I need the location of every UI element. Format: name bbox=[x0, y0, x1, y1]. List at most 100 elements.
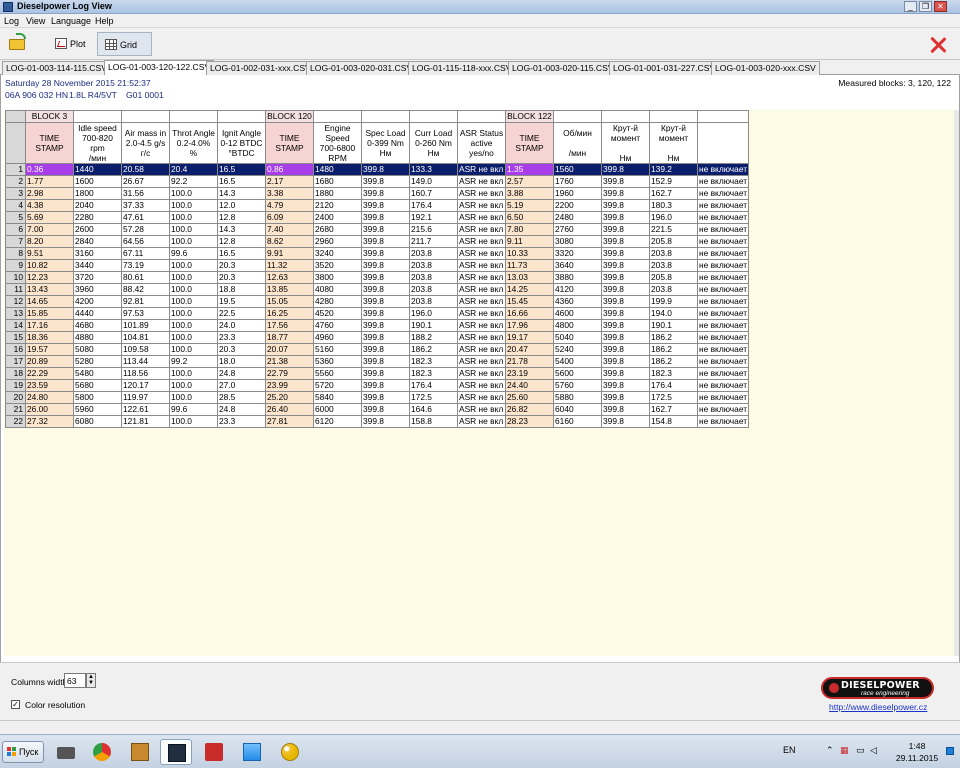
grid-cell[interactable]: 120.17 bbox=[121, 379, 170, 392]
grid-cell[interactable]: 203.8 bbox=[649, 247, 698, 260]
grid-cell[interactable]: 64.56 bbox=[121, 235, 170, 248]
grid-cell[interactable]: 196.0 bbox=[409, 307, 458, 320]
grid-cell[interactable]: 28.5 bbox=[217, 391, 266, 404]
row-number[interactable]: 13 bbox=[5, 307, 26, 320]
grid-cell[interactable]: 154.8 bbox=[649, 415, 698, 428]
column-header[interactable]: Крут-й момент Нм bbox=[649, 122, 698, 164]
grid-cell[interactable]: 186.2 bbox=[649, 331, 698, 344]
grid-cell[interactable]: 152.9 bbox=[649, 175, 698, 188]
grid-cell[interactable]: 399.8 bbox=[601, 271, 650, 284]
grid-cell[interactable]: 1880 bbox=[313, 187, 362, 200]
grid-cell[interactable]: 133.3 bbox=[409, 163, 458, 176]
grid-cell[interactable]: 399.8 bbox=[601, 283, 650, 296]
menu-language[interactable]: Language bbox=[51, 16, 91, 26]
column-header[interactable]: Curr Load 0-260 Nm Нм bbox=[409, 122, 458, 164]
grid-cell[interactable]: 12.63 bbox=[265, 271, 314, 284]
column-header[interactable]: Idle speed 700-820 rpm/мин bbox=[73, 122, 122, 164]
printer-icon[interactable] bbox=[50, 739, 82, 765]
grid-cell[interactable]: 158.8 bbox=[409, 415, 458, 428]
grid-cell[interactable]: 26.00 bbox=[25, 403, 74, 416]
table-row[interactable]: 7 8.20 2840 64.56 100.0 12.8 8.62 2960 399.8 211.… bbox=[5, 235, 750, 248]
grid-button[interactable]: Grid bbox=[97, 32, 152, 56]
grid-cell[interactable]: 5.19 bbox=[505, 199, 554, 212]
red-x-icon[interactable] bbox=[929, 36, 947, 54]
grid-cell[interactable]: 23.99 bbox=[265, 379, 314, 392]
grid-cell[interactable]: 20.3 bbox=[217, 343, 266, 356]
grid-cell[interactable]: 6120 bbox=[313, 415, 362, 428]
table-row[interactable]: 2 1.77 1600 26.67 92.2 16.5 2.17 1680 399.8 149.0… bbox=[5, 175, 750, 188]
grid-cell[interactable]: 196.0 bbox=[649, 211, 698, 224]
grid-cell[interactable]: 6080 bbox=[73, 415, 122, 428]
grid-cell[interactable]: 399.8 bbox=[361, 367, 410, 380]
grid-cell[interactable]: 190.1 bbox=[409, 319, 458, 332]
grid-cell[interactable]: 9.11 bbox=[505, 235, 554, 248]
grid-cell[interactable]: 2480 bbox=[553, 211, 602, 224]
grid-cell[interactable]: 399.8 bbox=[361, 319, 410, 332]
grid-cell[interactable]: 100.0 bbox=[169, 367, 218, 380]
network-icon[interactable]: ▦ bbox=[840, 745, 849, 756]
grid-cell[interactable]: 399.8 bbox=[601, 379, 650, 392]
grid-cell[interactable]: 27.0 bbox=[217, 379, 266, 392]
grid-cell[interactable]: 160.7 bbox=[409, 187, 458, 200]
grid-cell[interactable]: 18.0 bbox=[217, 355, 266, 368]
grid-cell[interactable]: 2.57 bbox=[505, 175, 554, 188]
grid-cell[interactable]: не включает bbox=[696, 343, 750, 356]
menu-view[interactable]: View bbox=[26, 16, 45, 26]
column-header[interactable]: Об/мин /мин bbox=[553, 122, 602, 164]
grid-cell[interactable]: 5960 bbox=[73, 403, 122, 416]
grid-cell[interactable]: 100.0 bbox=[169, 415, 218, 428]
grid-cell[interactable]: 47.61 bbox=[121, 211, 170, 224]
grid-cell[interactable]: 399.8 bbox=[601, 391, 650, 404]
menu-help[interactable]: Help bbox=[95, 16, 114, 26]
grid-cell[interactable]: не включает bbox=[696, 163, 750, 176]
grid-cell[interactable]: 73.19 bbox=[121, 259, 170, 272]
table-row[interactable]: 9 10.82 3440 73.19 100.0 20.3 11.32 3520 399.8 20… bbox=[5, 259, 750, 272]
grid-cell[interactable]: 100.0 bbox=[169, 391, 218, 404]
color-resolution-checkbox[interactable]: ✓ bbox=[11, 700, 20, 709]
grid-cell[interactable]: 100.0 bbox=[169, 331, 218, 344]
grid-cell[interactable]: 100.0 bbox=[169, 307, 218, 320]
grid-cell[interactable]: 4960 bbox=[313, 331, 362, 344]
pdf-icon[interactable] bbox=[198, 739, 230, 765]
grid-cell[interactable]: 399.8 bbox=[361, 331, 410, 344]
grid-cell[interactable]: 28.23 bbox=[505, 415, 554, 428]
grid-cell[interactable]: ASR не вкл bbox=[457, 331, 506, 344]
grid-cell[interactable]: 4800 bbox=[553, 319, 602, 332]
grid-cell[interactable]: 80.61 bbox=[121, 271, 170, 284]
tab-file-1[interactable]: LOG-01-003-114-115.CSV bbox=[2, 61, 111, 75]
grid-cell[interactable]: не включает bbox=[696, 235, 750, 248]
grid-cell[interactable]: 6.50 bbox=[505, 211, 554, 224]
grid-cell[interactable]: 92.2 bbox=[169, 175, 218, 188]
grid-cell[interactable]: не включает bbox=[696, 367, 750, 380]
grid-cell[interactable]: 3.88 bbox=[505, 187, 554, 200]
grid-cell[interactable]: 399.8 bbox=[601, 355, 650, 368]
grid-cell[interactable]: 6040 bbox=[553, 403, 602, 416]
chrome-icon[interactable] bbox=[86, 739, 118, 765]
grid-cell[interactable]: ASR не вкл bbox=[457, 355, 506, 368]
row-number[interactable]: 15 bbox=[5, 331, 26, 344]
open-folder-icon[interactable] bbox=[6, 33, 30, 55]
grid-cell[interactable]: 2120 bbox=[313, 199, 362, 212]
grid-cell[interactable]: 13.03 bbox=[505, 271, 554, 284]
tab-file-6[interactable]: LOG-01-003-020-115.CSV bbox=[508, 61, 618, 75]
grid-cell[interactable]: 176.4 bbox=[649, 379, 698, 392]
start-button[interactable]: Пуск bbox=[2, 741, 44, 763]
grid-cell[interactable]: 1600 bbox=[73, 175, 122, 188]
grid-cell[interactable]: 113.44 bbox=[121, 355, 170, 368]
grid-cell[interactable]: 399.8 bbox=[361, 391, 410, 404]
grid-cell[interactable]: не включает bbox=[696, 295, 750, 308]
grid-cell[interactable]: 20.47 bbox=[505, 343, 554, 356]
tab-file-8[interactable]: LOG-01-003-020-xxx.CSV bbox=[711, 61, 820, 75]
grid-cell[interactable]: 1960 bbox=[553, 187, 602, 200]
grid-cell[interactable]: 4.38 bbox=[25, 199, 74, 212]
grid-cell[interactable]: 2400 bbox=[313, 211, 362, 224]
grid-cell[interactable]: 0.36 bbox=[25, 163, 74, 176]
column-header[interactable]: Крут-й момент Нм bbox=[601, 122, 650, 164]
row-number[interactable]: 4 bbox=[5, 199, 26, 212]
grid-cell[interactable]: 5040 bbox=[553, 331, 602, 344]
table-row[interactable]: 16 19.57 5080 109.58 100.0 20.3 20.07 5160 399.8… bbox=[5, 343, 750, 356]
grid-cell[interactable]: 4080 bbox=[313, 283, 362, 296]
grid-cell[interactable]: 399.8 bbox=[361, 247, 410, 260]
grid-cell[interactable]: 7.80 bbox=[505, 223, 554, 236]
grid-cell[interactable]: 3160 bbox=[73, 247, 122, 260]
